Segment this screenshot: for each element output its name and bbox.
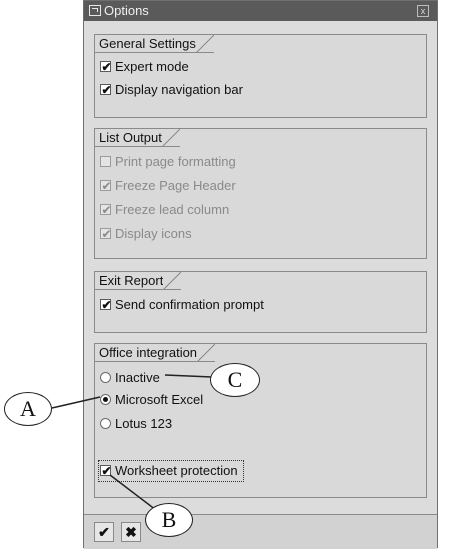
callout-c-line [164, 374, 213, 378]
callout-b: B [145, 503, 193, 537]
callout-a-line [51, 396, 101, 409]
callout-a: A [4, 392, 52, 426]
callout-c: C [210, 363, 260, 397]
callout-b-line [109, 474, 157, 511]
callout-leader-lines [51, 374, 213, 511]
